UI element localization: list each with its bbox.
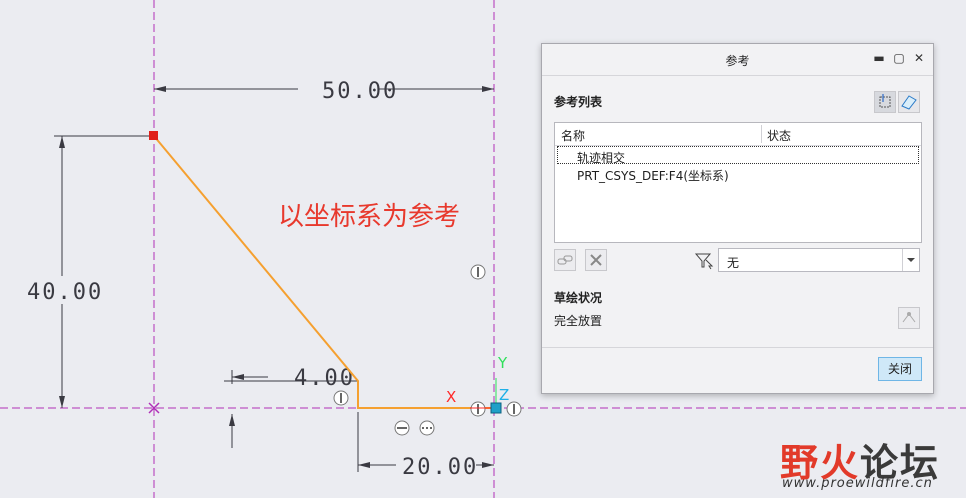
svg-text:X: X bbox=[446, 388, 456, 406]
references-dialog: 参考 ▬ ▢ ✕ 参考列表 名称 状态 轨迹相交 PRT_CSYS_DEF:F4… bbox=[541, 43, 934, 394]
watermark-logo: 野火论坛 www.proewildfire.cn bbox=[780, 441, 941, 491]
list-item[interactable]: 轨迹相交 bbox=[557, 146, 919, 165]
select-reference-icon[interactable] bbox=[874, 91, 896, 113]
close-button[interactable]: 关闭 bbox=[878, 357, 922, 381]
list-header: 名称 状态 bbox=[555, 123, 921, 146]
column-status-header[interactable]: 状态 bbox=[767, 127, 791, 144]
maximize-icon[interactable]: ▢ bbox=[892, 51, 906, 65]
dialog-titlebar[interactable]: 参考 ▬ ▢ ✕ bbox=[542, 44, 933, 76]
svg-text:40.00: 40.00 bbox=[27, 280, 103, 305]
dimension-40[interactable]: 40.00 bbox=[24, 135, 154, 408]
references-section-label: 参考列表 bbox=[554, 95, 603, 109]
delete-icon[interactable] bbox=[585, 249, 607, 271]
vertical-constraint-icon[interactable] bbox=[470, 264, 486, 280]
link-icon[interactable] bbox=[554, 249, 576, 271]
list-item[interactable]: PRT_CSYS_DEF:F4(坐标系) bbox=[557, 165, 919, 183]
svg-text:20.00: 20.00 bbox=[402, 455, 478, 480]
vertical-constraint-icon-2[interactable] bbox=[333, 390, 349, 406]
column-name-header[interactable]: 名称 bbox=[561, 127, 585, 144]
filter-select[interactable]: 无 bbox=[718, 248, 920, 272]
svg-text:Y: Y bbox=[497, 354, 508, 372]
minimize-icon[interactable]: ▬ bbox=[872, 51, 886, 65]
references-list[interactable]: 名称 状态 轨迹相交 PRT_CSYS_DEF:F4(坐标系) bbox=[554, 122, 922, 243]
horizontal-constraint-icon[interactable] bbox=[394, 420, 435, 436]
start-point-marker[interactable] bbox=[149, 131, 158, 140]
sketch-status-label: 草绘状况 bbox=[554, 291, 603, 305]
annotation-text: 以坐标系为参考 bbox=[278, 202, 461, 232]
filter-icon[interactable] bbox=[694, 251, 714, 271]
close-icon[interactable]: ✕ bbox=[912, 51, 926, 65]
svg-text:50.00: 50.00 bbox=[322, 79, 398, 104]
chevron-down-icon[interactable] bbox=[902, 249, 919, 271]
cross-section-icon[interactable] bbox=[898, 91, 920, 113]
dimension-4[interactable]: 4.00 bbox=[224, 366, 358, 448]
sketch-status-value: 完全放置 bbox=[554, 314, 603, 328]
dimension-50[interactable]: 50.00 bbox=[154, 76, 494, 104]
svg-text:4.00: 4.00 bbox=[294, 366, 355, 391]
svg-text:Z: Z bbox=[499, 386, 509, 404]
solve-icon[interactable] bbox=[898, 307, 920, 329]
